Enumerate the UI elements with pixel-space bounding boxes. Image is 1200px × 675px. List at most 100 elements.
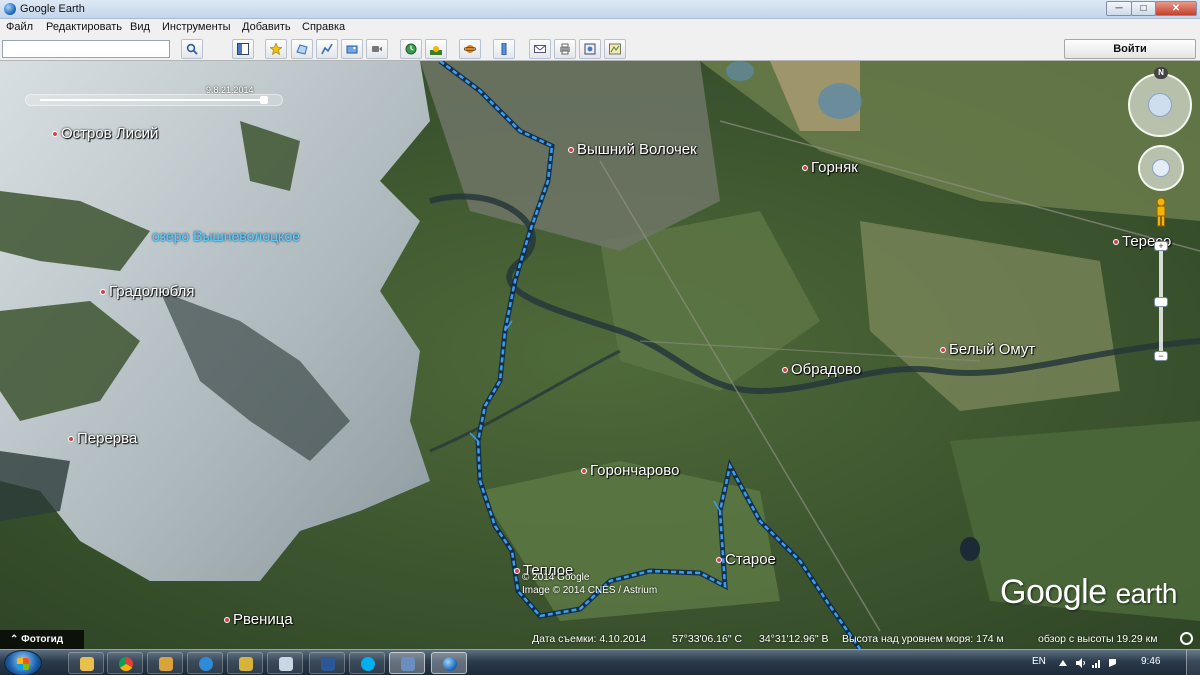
google-earth-icon (443, 657, 457, 671)
menu-file[interactable]: Файл (6, 21, 33, 33)
map-view[interactable]: 9.8.21.2014 озеро Вышневолоцкое Остров Л… (0, 61, 1200, 649)
zoom-in-button[interactable]: + (1154, 241, 1168, 251)
ruler-button[interactable] (493, 39, 515, 59)
historical-time-slider[interactable] (25, 94, 283, 106)
taskbar-app[interactable] (147, 652, 183, 674)
place-label[interactable]: Белый Омут (940, 341, 1035, 358)
place-marker-icon (100, 289, 106, 296)
elevation-readout: Высота над уровнем моря: 174 м (842, 633, 1004, 645)
place-label[interactable]: Горончарово (581, 462, 679, 479)
place-label[interactable]: Горняк (802, 159, 858, 176)
place-label[interactable]: Обрадово (782, 361, 861, 378)
zoom-thumb[interactable] (1154, 297, 1168, 307)
taskbar-app[interactable] (68, 652, 104, 674)
time-slider-thumb[interactable] (260, 96, 268, 104)
place-marker-icon (716, 557, 722, 564)
record-tour-button[interactable] (366, 39, 388, 59)
logo-google-text: Google (1000, 573, 1107, 611)
add-polygon-button[interactable] (291, 39, 313, 59)
move-control[interactable] (1138, 145, 1184, 191)
taskbar-app[interactable] (187, 652, 223, 674)
taskbar: EN 9:46 (0, 649, 1200, 675)
menu-edit[interactable]: Редактировать (46, 21, 122, 33)
add-image-overlay-button[interactable] (341, 39, 363, 59)
taskbar-app[interactable] (349, 652, 385, 674)
place-name: Белый Омут (949, 341, 1036, 358)
tray-expand-icon[interactable] (1058, 658, 1068, 668)
zoom-out-button[interactable]: − (1154, 351, 1168, 361)
copyright-line: © 2014 Google (522, 572, 590, 583)
sunlight-button[interactable] (425, 39, 447, 59)
show-desktop-button[interactable] (1186, 650, 1200, 675)
email-button[interactable] (529, 39, 551, 59)
lake-label: озеро Вышневолоцкое (152, 228, 301, 244)
clock[interactable]: 9:46 (1141, 656, 1160, 667)
view-in-maps-button[interactable] (604, 39, 626, 59)
taskbar-app[interactable] (389, 652, 425, 674)
place-marker-icon (224, 617, 230, 624)
maximize-button[interactable]: □ (1131, 1, 1156, 16)
email-icon (534, 45, 546, 53)
add-image-overlay-icon (346, 45, 358, 54)
taskbar-app-google-earth[interactable] (431, 652, 467, 674)
start-button[interactable] (4, 650, 42, 675)
login-button[interactable]: Войти (1064, 39, 1196, 59)
sidebar-toggle-button[interactable] (232, 39, 254, 59)
place-name: Остров Лисий (61, 125, 159, 142)
taskbar-app[interactable] (267, 652, 303, 674)
google-earth-app-icon (4, 3, 16, 15)
search-input[interactable] (2, 40, 170, 58)
menu-tools[interactable]: Инструменты (162, 21, 231, 33)
minimize-button[interactable]: ─ (1106, 1, 1132, 16)
print-button[interactable] (554, 39, 576, 59)
historical-imagery-button[interactable] (400, 39, 422, 59)
menu-add[interactable]: Добавить (242, 21, 291, 33)
add-path-button[interactable] (316, 39, 338, 59)
taskbar-app[interactable] (107, 652, 143, 674)
look-around-control[interactable] (1128, 73, 1192, 137)
north-indicator[interactable]: N (1154, 67, 1168, 79)
switch-planet-button[interactable] (459, 39, 481, 59)
record-tour-icon (372, 46, 382, 52)
place-name: Старое (725, 551, 776, 568)
place-marker-icon (568, 147, 574, 154)
place-marker-icon (1113, 239, 1119, 246)
copyright-line: Image © 2014 CNES / Astrium (522, 585, 658, 596)
winamp-icon (239, 657, 253, 671)
taskbar-app[interactable] (309, 652, 345, 674)
menu-view[interactable]: Вид (130, 21, 150, 33)
streaming-status-icon (1180, 632, 1193, 645)
menu-help[interactable]: Справка (302, 21, 345, 33)
place-name: Обрадово (791, 361, 862, 378)
place-label[interactable]: Перерва (68, 430, 137, 447)
ruler-icon (501, 43, 507, 55)
place-name: Горончарово (590, 462, 680, 479)
place-label[interactable]: Рвеница (224, 611, 293, 628)
close-button[interactable]: ✕ (1155, 1, 1197, 16)
remote-desktop-icon (401, 657, 415, 671)
place-label[interactable]: Вышний Волочек (568, 141, 697, 158)
taskbar-app[interactable] (227, 652, 263, 674)
action-center-icon[interactable] (1108, 658, 1118, 668)
add-placemark-button[interactable] (265, 39, 287, 59)
imagery-copyright: © 2014 Google Image © 2014 CNES / Astriu… (522, 571, 657, 597)
save-image-button[interactable] (579, 39, 601, 59)
place-name: Перерва (77, 430, 138, 447)
view-in-maps-icon (609, 43, 621, 55)
search-button[interactable] (181, 39, 203, 59)
place-label[interactable]: Градолюбля (100, 283, 195, 300)
language-indicator[interactable]: EN (1032, 656, 1046, 667)
add-placemark-icon (270, 43, 282, 55)
volume-icon[interactable] (1076, 658, 1086, 668)
longitude-readout: 34°31'12.96" В (759, 633, 829, 645)
place-label[interactable]: Остров Лисий (52, 125, 158, 142)
hand-icon (1152, 159, 1170, 177)
zoom-slider[interactable]: + − (1154, 241, 1168, 361)
network-icon[interactable] (1092, 658, 1102, 668)
word-icon (321, 657, 335, 671)
street-view-pegman-icon[interactable] (1154, 197, 1168, 227)
skype-icon (361, 657, 375, 671)
switch-planet-icon (464, 45, 476, 53)
photo-tour-button[interactable]: ⌃ Фотогид (0, 630, 84, 649)
place-label[interactable]: Старое (716, 551, 776, 568)
